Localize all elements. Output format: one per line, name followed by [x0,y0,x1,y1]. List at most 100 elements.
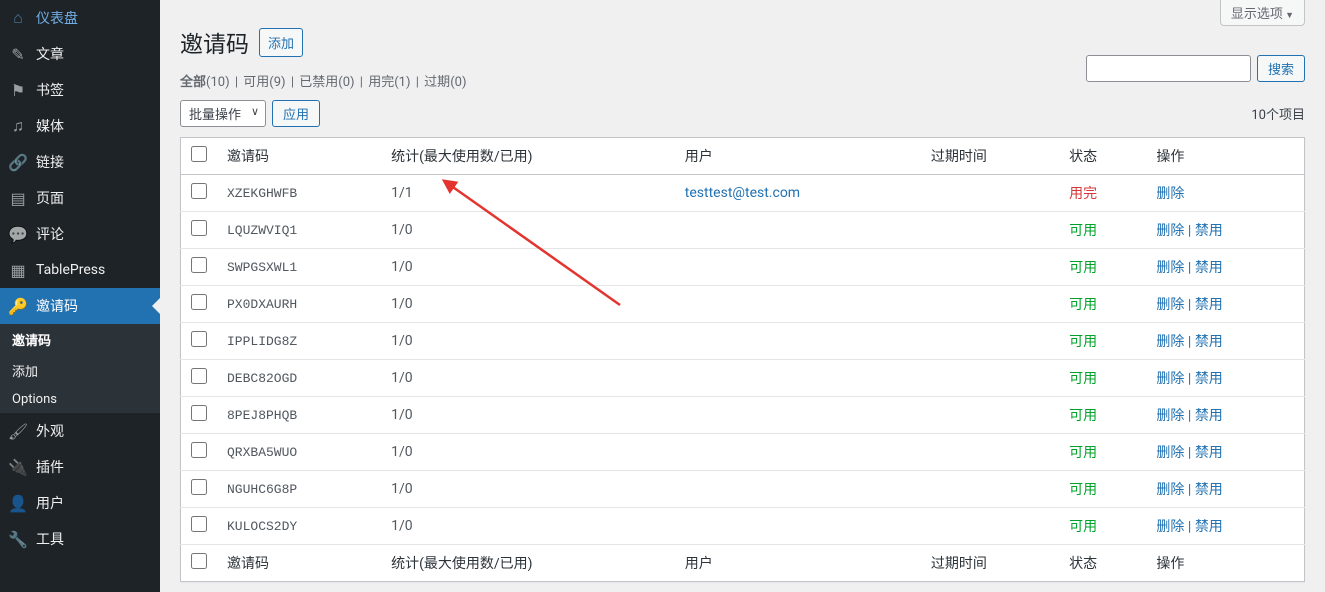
row-checkbox[interactable] [191,442,207,458]
cell-expire [921,212,1059,249]
add-button[interactable]: 添加 [259,28,303,57]
cell-actions: 删除 | 禁用 [1146,397,1304,434]
col-expire: 过期时间 [921,138,1059,175]
cell-actions: 删除 [1146,175,1304,212]
comment-icon: 💬 [8,224,28,244]
sidebar-subitem[interactable]: 添加 [0,355,160,386]
col-code[interactable]: 邀请码 [217,138,381,175]
row-checkbox[interactable] [191,479,207,495]
select-all-checkbox-bottom[interactable] [191,553,207,569]
row-checkbox[interactable] [191,405,207,421]
action-disable[interactable]: 禁用 [1195,334,1223,350]
sidebar-item-tool[interactable]: 🔧工具 [0,521,160,557]
sidebar-item-comment[interactable]: 💬评论 [0,216,160,252]
cell-expire [921,434,1059,471]
action-delete[interactable]: 删除 [1156,408,1184,424]
cell-stats: 1/0 [381,360,675,397]
action-disable[interactable]: 禁用 [1195,260,1223,276]
sidebar-item-bookmark[interactable]: ⚑书签 [0,72,160,108]
action-disable[interactable]: 禁用 [1195,408,1223,424]
sidebar-item-label: 工具 [36,529,64,549]
action-disable[interactable]: 禁用 [1195,223,1223,239]
filter-used[interactable]: 用完(1) [368,75,410,90]
sidebar-item-label: 插件 [36,457,64,477]
row-checkbox[interactable] [191,368,207,384]
search-input[interactable] [1086,55,1251,82]
search-box: 搜索 [1086,55,1305,82]
link-icon: 🔗 [8,152,28,172]
cell-expire [921,249,1059,286]
post-icon: ✎ [8,44,28,64]
sidebar-item-plugin[interactable]: 🔌插件 [0,449,160,485]
main-content: 显示选项 邀请码 添加 全部(10) | 可用(9) | 已禁用(0) | 用完… [160,0,1325,592]
table-row: IPPLIDG8Z 1/0 可用 删除 | 禁用 [181,323,1305,360]
filter-all[interactable]: 全部 [180,75,206,90]
cell-user [675,212,921,249]
cell-code: LQUZWVIQ1 [217,212,381,249]
sidebar-item-user[interactable]: 👤用户 [0,485,160,521]
table-row: LQUZWVIQ1 1/0 可用 删除 | 禁用 [181,212,1305,249]
sidebar-item-link[interactable]: 🔗链接 [0,144,160,180]
row-checkbox[interactable] [191,516,207,532]
search-button[interactable]: 搜索 [1257,55,1305,82]
filter-expired[interactable]: 过期(0) [424,75,466,90]
cell-expire [921,508,1059,545]
action-delete[interactable]: 删除 [1156,334,1184,350]
action-delete[interactable]: 删除 [1156,260,1184,276]
sidebar-item-key[interactable]: 🔑邀请码 [0,288,160,324]
filter-disabled[interactable]: 已禁用(0) [299,75,354,90]
action-delete[interactable]: 删除 [1156,519,1184,535]
action-disable[interactable]: 禁用 [1195,519,1223,535]
action-disable[interactable]: 禁用 [1195,445,1223,461]
cell-status: 可用 [1059,249,1146,286]
apply-button[interactable]: 应用 [272,100,320,127]
filter-available[interactable]: 可用(9) [243,75,285,90]
invite-codes-table: 邀请码 统计(最大使用数/已用) 用户 过期时间 状态 操作 XZEKGHWFB… [180,137,1305,582]
sidebar-item-label: 书签 [36,80,64,100]
table-row: QRXBA5WUO 1/0 可用 删除 | 禁用 [181,434,1305,471]
col-status: 状态 [1059,138,1146,175]
screen-options-toggle[interactable]: 显示选项 [1220,0,1305,26]
action-disable[interactable]: 禁用 [1195,297,1223,313]
row-checkbox[interactable] [191,257,207,273]
cell-expire [921,471,1059,508]
col-action: 操作 [1146,138,1304,175]
row-checkbox[interactable] [191,294,207,310]
bulk-action-select[interactable]: 批量操作 [180,100,266,127]
sidebar-subitem[interactable]: 邀请码 [0,324,160,355]
cell-user [675,471,921,508]
sidebar-item-appearance[interactable]: 🖌外观 [0,413,160,449]
action-delete[interactable]: 删除 [1156,371,1184,387]
cell-stats: 1/0 [381,323,675,360]
table-row: 8PEJ8PHQB 1/0 可用 删除 | 禁用 [181,397,1305,434]
table-icon: ▦ [8,260,28,280]
action-delete[interactable]: 删除 [1156,482,1184,498]
cell-stats: 1/0 [381,286,675,323]
row-checkbox[interactable] [191,183,207,199]
action-disable[interactable]: 禁用 [1195,482,1223,498]
row-checkbox[interactable] [191,220,207,236]
cell-stats: 1/0 [381,212,675,249]
select-all-checkbox[interactable] [191,146,207,162]
cell-actions: 删除 | 禁用 [1146,434,1304,471]
action-delete[interactable]: 删除 [1156,223,1184,239]
action-delete[interactable]: 删除 [1156,445,1184,461]
sidebar-item-page[interactable]: ▤页面 [0,180,160,216]
sidebar-item-post[interactable]: ✎文章 [0,36,160,72]
cell-status: 可用 [1059,323,1146,360]
cell-stats: 1/0 [381,471,675,508]
sidebar-item-table[interactable]: ▦ TablePress [0,252,160,288]
table-row: NGUHC6G8P 1/0 可用 删除 | 禁用 [181,471,1305,508]
action-delete[interactable]: 删除 [1156,297,1184,313]
cell-actions: 删除 | 禁用 [1146,286,1304,323]
sidebar-item-label: TablePress [36,262,105,278]
sidebar-item-dashboard[interactable]: ⌂仪表盘 [0,0,160,36]
action-delete[interactable]: 删除 [1156,186,1184,202]
sidebar-subitem[interactable]: Options [0,386,160,413]
row-checkbox[interactable] [191,331,207,347]
user-link[interactable]: testtest@test.com [685,185,800,201]
action-disable[interactable]: 禁用 [1195,371,1223,387]
admin-sidebar: ⌂仪表盘✎文章⚑书签♫媒体🔗链接▤页面💬评论 ▦ TablePress 🔑邀请码邀请码… [0,0,160,592]
sidebar-item-media[interactable]: ♫媒体 [0,108,160,144]
cell-stats: 1/0 [381,434,675,471]
